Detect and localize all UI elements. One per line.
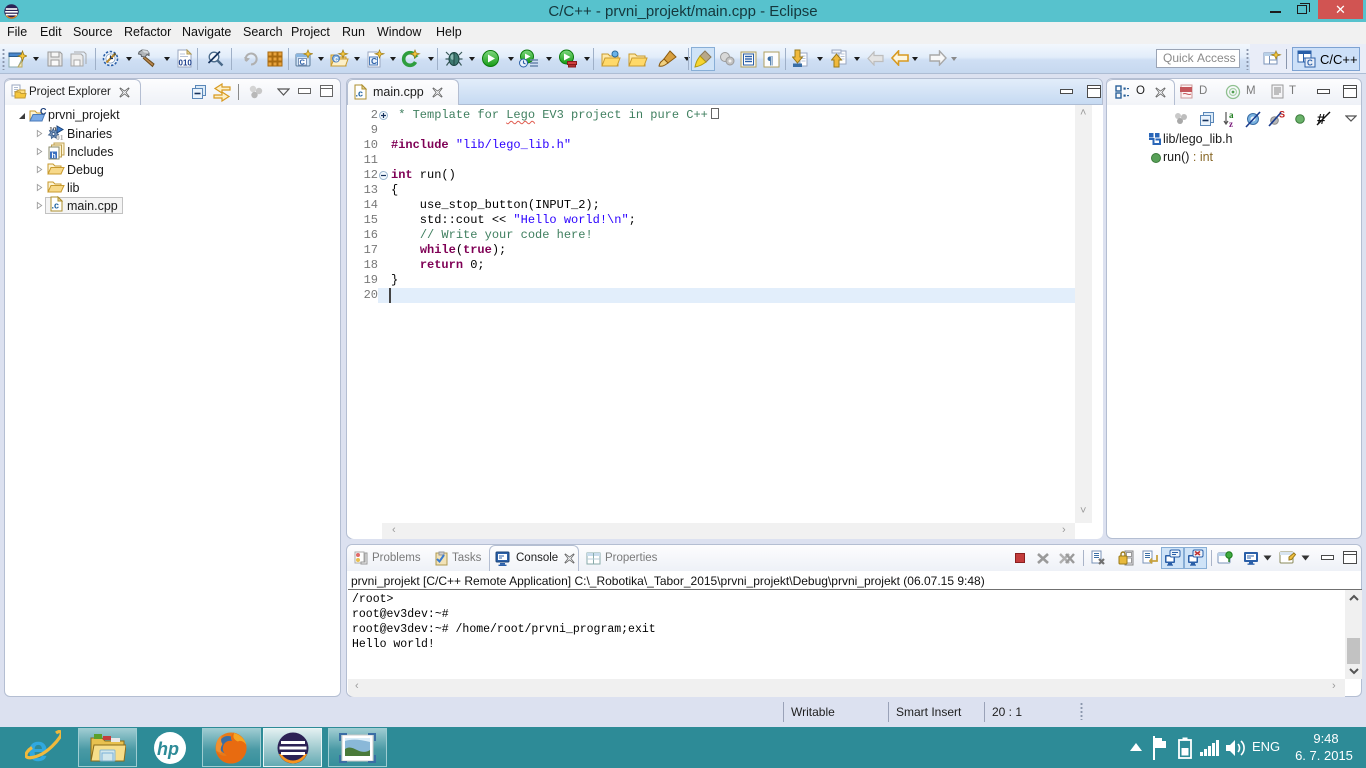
- svg-text:z: z: [1229, 119, 1233, 128]
- svg-text:C: C: [371, 56, 377, 66]
- svg-text:.c: .c: [356, 89, 364, 99]
- svg-text:010: 010: [179, 59, 193, 68]
- svg-text:¶: ¶: [767, 53, 773, 67]
- svg-text:.c: .c: [52, 201, 60, 211]
- svg-text:hp: hp: [157, 739, 179, 759]
- svg-text:C: C: [300, 58, 306, 67]
- svg-text:h: h: [52, 153, 56, 160]
- svg-text:C: C: [40, 107, 47, 117]
- svg-text:C: C: [1307, 59, 1313, 68]
- svg-text:c: c: [334, 55, 339, 64]
